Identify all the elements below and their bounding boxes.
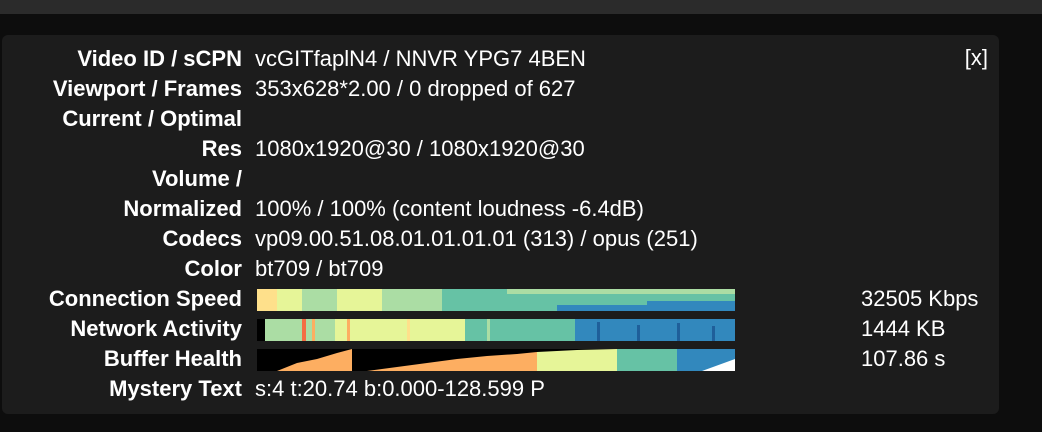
normalized-value: 100% / 100% (content loudness -6.4dB) xyxy=(255,196,644,221)
color-label: Color xyxy=(184,256,242,281)
row-current-optimal: Current / Optimal xyxy=(2,104,999,134)
row-viewport: Viewport / Frames 353x628*2.00 / 0 dropp… xyxy=(2,74,999,104)
top-bar xyxy=(0,0,1042,14)
res-label: Res xyxy=(201,136,242,161)
connection-speed-label: Connection Speed xyxy=(48,286,242,311)
buffer-health-graph xyxy=(257,349,735,371)
connection-speed-value: 32505 Kbps xyxy=(861,286,979,311)
connection-speed-graph xyxy=(257,289,735,311)
row-mystery-text: Mystery Text s:4 t:20.74 b:0.000-128.599… xyxy=(2,374,999,404)
buffer-health-label: Buffer Health xyxy=(103,346,242,371)
normalized-label: Normalized xyxy=(123,196,242,221)
network-activity-graph xyxy=(257,319,735,341)
row-color: Color bt709 / bt709 xyxy=(2,254,999,284)
color-value: bt709 / bt709 xyxy=(255,256,384,281)
network-activity-label: Network Activity xyxy=(70,316,242,341)
volume-label: Volume / xyxy=(151,166,242,191)
row-volume: Volume / xyxy=(2,164,999,194)
row-normalized: Normalized 100% / 100% (content loudness… xyxy=(2,194,999,224)
row-codecs: Codecs vp09.00.51.08.01.01.01.01 (313) /… xyxy=(2,224,999,254)
buffer-health-value: 107.86 s xyxy=(861,346,946,371)
row-res: Res 1080x1920@30 / 1080x1920@30 xyxy=(2,134,999,164)
codecs-value: vp09.00.51.08.01.01.01.01 (313) / opus (… xyxy=(255,226,698,251)
codecs-label: Codecs xyxy=(162,226,242,251)
stats-for-nerds-panel: [x] Video ID / sCPN vcGITfaplN4 / NNVR Y… xyxy=(2,35,999,414)
viewport-label: Viewport / Frames xyxy=(52,76,242,101)
viewport-value: 353x628*2.00 / 0 dropped of 627 xyxy=(255,76,576,101)
row-video-id: Video ID / sCPN vcGITfaplN4 / NNVR YPG7 … xyxy=(2,44,999,74)
row-network-activity: Network Activity 1444 KB xyxy=(2,314,999,344)
video-id-label: Video ID / sCPN xyxy=(77,46,242,71)
row-connection-speed: Connection Speed 32505 Kbps xyxy=(2,284,999,314)
res-value: 1080x1920@30 / 1080x1920@30 xyxy=(255,136,585,161)
row-buffer-health: Buffer Health 107.86 s xyxy=(2,344,999,374)
mystery-text-value: s:4 t:20.74 b:0.000-128.599 P xyxy=(255,376,545,401)
current-optimal-label: Current / Optimal xyxy=(62,106,242,131)
mystery-text-label: Mystery Text xyxy=(109,376,242,401)
network-activity-value: 1444 KB xyxy=(861,316,946,341)
video-id-value: vcGITfaplN4 / NNVR YPG7 4BEN xyxy=(255,46,586,71)
